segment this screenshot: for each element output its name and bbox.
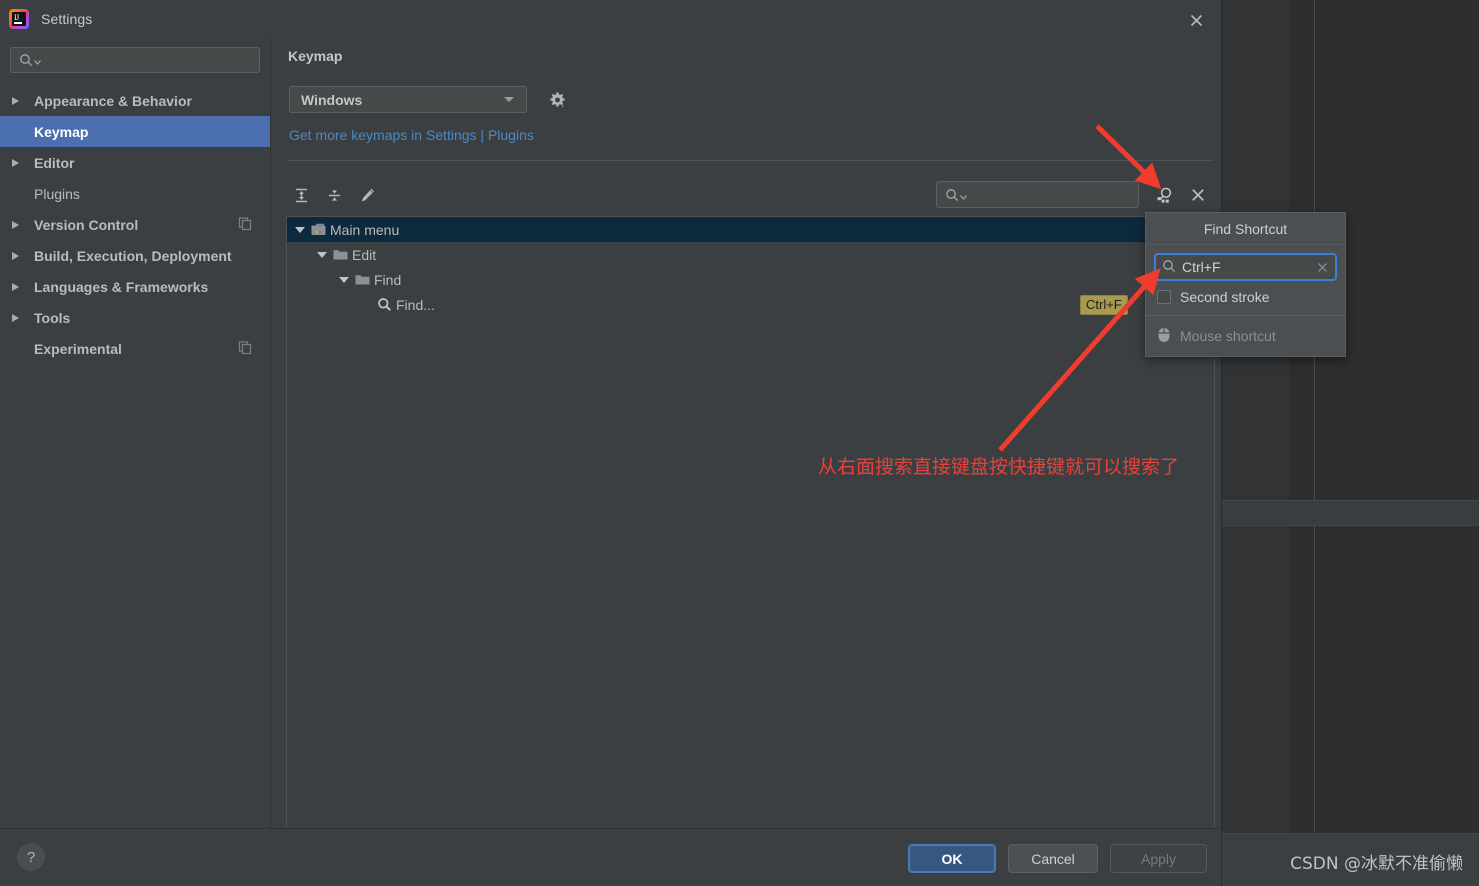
- chevron-right-icon[interactable]: [12, 158, 28, 167]
- find-shortcut-input[interactable]: Ctrl+F: [1154, 253, 1337, 281]
- tree-row[interactable]: Main menu: [287, 217, 1214, 242]
- cancel-button[interactable]: Cancel: [1008, 844, 1098, 873]
- find-shortcut-input-value: Ctrl+F: [1182, 259, 1221, 275]
- tree-node-label: Edit: [352, 246, 377, 263]
- find-shortcut-popup: Find Shortcut Ctrl+F Second stroke Mouse…: [1145, 212, 1346, 357]
- gear-dropdown-icon[interactable]: [544, 87, 570, 113]
- close-icon[interactable]: [1183, 8, 1209, 32]
- expand-all-button[interactable]: [286, 180, 316, 210]
- sidebar-item-label: Version Control: [34, 216, 139, 233]
- editor-highlight-band: [1221, 501, 1479, 525]
- keymap-search-input[interactable]: [936, 181, 1139, 208]
- csdn-watermark: CSDN @冰默不准偷懒: [1290, 854, 1463, 874]
- tree-node-label: Find...: [396, 296, 435, 313]
- collapse-all-button[interactable]: [319, 180, 349, 210]
- mouse-icon: [1157, 327, 1171, 346]
- edit-shortcut-button[interactable]: [352, 180, 382, 210]
- content-separator: [288, 160, 1213, 161]
- editor-vertical-guide: [1314, 0, 1315, 886]
- search-icon: [1162, 259, 1176, 276]
- copy-icon: [238, 340, 252, 357]
- second-stroke-checkbox[interactable]: Second stroke: [1146, 281, 1345, 313]
- sidebar-item-build-execution-deployment[interactable]: Build, Execution, Deployment: [0, 240, 270, 271]
- chevron-right-icon[interactable]: [12, 282, 28, 291]
- keymap-content-pane: Keymap Windows Get more keymaps in Setti…: [272, 38, 1221, 840]
- sidebar-item-label: Languages & Frameworks: [34, 278, 209, 295]
- tree-node-label: Main menu: [330, 221, 400, 238]
- tree-row[interactable]: Find: [287, 267, 1214, 292]
- intellij-idea-logo-icon: IJ: [9, 9, 29, 29]
- search-icon: [375, 297, 393, 312]
- chevron-right-icon[interactable]: [12, 251, 28, 260]
- window-title: Settings: [41, 11, 93, 27]
- get-more-keymaps-link[interactable]: Get more keymaps in Settings | Plugins: [289, 127, 534, 143]
- chevron-right-icon[interactable]: [12, 220, 28, 229]
- find-by-shortcut-icon[interactable]: [1152, 182, 1178, 208]
- ok-button[interactable]: OK: [908, 844, 996, 873]
- tree-node-label: Find: [374, 271, 402, 288]
- keymap-profile-value: Windows: [301, 91, 363, 108]
- settings-search-input[interactable]: [10, 47, 260, 73]
- apply-button: Apply: [1110, 844, 1207, 873]
- second-stroke-label: Second stroke: [1180, 289, 1270, 305]
- keymap-tree[interactable]: Main menu Edit Find Find... Ctrl+F: [286, 216, 1215, 840]
- mouse-shortcut-label: Mouse shortcut: [1180, 328, 1276, 344]
- dialog-titlebar: IJ Settings: [0, 0, 1221, 38]
- chevron-right-icon[interactable]: [12, 313, 28, 322]
- settings-category-list: Appearance & Behavior Keymap Editor Plugins…: [0, 85, 270, 828]
- sidebar-item-appearance-behavior[interactable]: Appearance & Behavior: [0, 85, 270, 116]
- copy-icon: [238, 216, 252, 233]
- dialog-footer: ? OK Cancel Apply: [0, 828, 1221, 886]
- search-icon: [945, 188, 967, 202]
- sidebar-item-label: Build, Execution, Deployment: [34, 247, 232, 264]
- sidebar-item-keymap[interactable]: Keymap: [0, 116, 270, 147]
- chevron-down-icon[interactable]: [313, 251, 331, 258]
- mouse-shortcut-option: Mouse shortcut: [1146, 316, 1345, 356]
- sidebar-item-label: Experimental: [34, 340, 122, 357]
- sidebar-item-label: Appearance & Behavior: [34, 92, 192, 109]
- folder-icon: [331, 248, 349, 261]
- folder-icon: [353, 273, 371, 286]
- sidebar-item-label: Keymap: [34, 123, 89, 140]
- editor-gutter-column: [1221, 0, 1289, 886]
- chevron-right-icon[interactable]: [12, 96, 28, 105]
- tree-row[interactable]: Find... Ctrl+F: [287, 292, 1214, 317]
- shortcut-badge: Ctrl+F: [1080, 295, 1128, 315]
- sidebar-item-version-control[interactable]: Version Control: [0, 209, 270, 240]
- keymap-profile-select[interactable]: Windows: [289, 86, 527, 113]
- settings-dialog: IJ Settings Appearance & Behavior Keymap E…: [0, 0, 1221, 886]
- sidebar-item-editor[interactable]: Editor: [0, 147, 270, 178]
- checkbox-box: [1157, 290, 1171, 304]
- find-shortcut-title: Find Shortcut: [1146, 213, 1345, 245]
- sidebar-item-experimental[interactable]: Experimental: [0, 333, 270, 364]
- page-title: Keymap: [288, 48, 343, 64]
- sidebar-item-label: Tools: [34, 309, 71, 326]
- chevron-down-icon[interactable]: [335, 276, 353, 283]
- tree-row[interactable]: Edit: [287, 242, 1214, 267]
- settings-sidebar: Appearance & Behavior Keymap Editor Plugins…: [0, 38, 271, 828]
- chevron-down-icon[interactable]: [291, 226, 309, 233]
- sidebar-item-label: Editor: [34, 154, 75, 171]
- sidebar-item-tools[interactable]: Tools: [0, 302, 270, 333]
- clear-filter-icon[interactable]: [1185, 182, 1211, 208]
- sidebar-item-languages-frameworks[interactable]: Languages & Frameworks: [0, 271, 270, 302]
- search-icon: [19, 53, 41, 67]
- sidebar-item-plugins[interactable]: Plugins: [0, 178, 270, 209]
- help-button[interactable]: ?: [17, 843, 45, 871]
- keymap-tree-toolbar: [286, 180, 1213, 214]
- chevron-down-icon: [504, 97, 514, 102]
- sidebar-item-label: Plugins: [34, 185, 80, 202]
- clear-icon[interactable]: [1316, 261, 1329, 274]
- main-menu-icon: [309, 223, 327, 237]
